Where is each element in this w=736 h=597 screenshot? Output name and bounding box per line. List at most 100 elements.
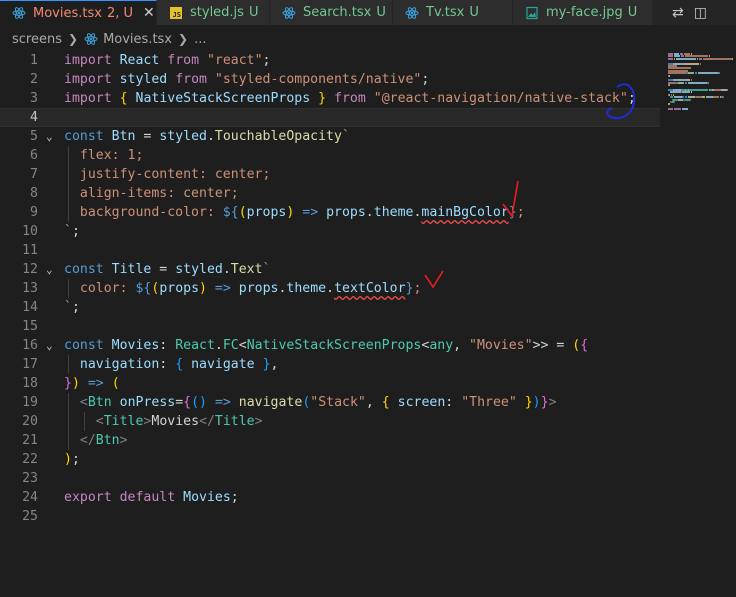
code-line[interactable]: 8 align-items: center; xyxy=(0,184,660,203)
code-token: => xyxy=(214,395,231,410)
code-token: () xyxy=(191,395,207,410)
code-line[interactable]: 6 flex: 1; xyxy=(0,146,660,165)
code-token: FC xyxy=(222,338,239,353)
editor-actions: ⇄ ◫ xyxy=(666,0,736,25)
code-token: "@react-navigation/native-stack" xyxy=(373,91,628,106)
code-token: } xyxy=(262,357,271,372)
code-line[interactable]: 24 export default Movies; xyxy=(0,488,660,507)
fold-chevron-icon[interactable]: ⌄ xyxy=(46,127,53,146)
code-line[interactable]: 21 </Btn> xyxy=(0,431,660,450)
code-token: ; xyxy=(413,281,422,296)
line-number: 12 xyxy=(22,262,38,277)
tab-tv-tsx[interactable]: Tv.tsx U xyxy=(393,0,513,25)
line-number: 22 xyxy=(22,452,38,467)
react-icon xyxy=(282,6,296,20)
line-number: 4 xyxy=(30,110,38,125)
code-text: export default Movies; xyxy=(64,488,239,507)
line-number: 5 xyxy=(30,129,38,144)
minimap[interactable] xyxy=(660,50,736,597)
code-line[interactable]: 10 `; xyxy=(0,222,660,241)
code-line[interactable]: 11 xyxy=(0,241,660,260)
code-token: export xyxy=(64,490,112,505)
code-text: `; xyxy=(64,222,80,241)
code-token: TouchableOpacity xyxy=(214,129,342,144)
code-line[interactable]: 22); xyxy=(0,450,660,469)
code-line[interactable]: 7 justify-content: center; xyxy=(0,165,660,184)
minimap-token xyxy=(695,72,697,75)
code-line[interactable]: 13 color: ${(props) => props.theme.textC… xyxy=(0,279,660,298)
close-icon[interactable]: ✕ xyxy=(143,5,155,21)
code-token: "Three" xyxy=(461,395,517,410)
code-line[interactable]: 2 import styled from "styled-components/n… xyxy=(0,70,660,89)
code-line[interactable]: 19 <Btn onPress={() => navigate("Stack",… xyxy=(0,393,660,412)
minimap-token xyxy=(707,81,709,84)
minimap-token xyxy=(668,57,674,60)
code-line[interactable]: 12 ⌄ const Title = styled.Text` xyxy=(0,260,660,279)
minimap-token xyxy=(668,103,670,106)
code-token: { xyxy=(183,395,192,410)
code-token: screen xyxy=(397,395,446,410)
split-editor-icon[interactable]: ◫ xyxy=(694,5,707,21)
code-token: Title xyxy=(214,414,255,429)
code-line[interactable]: 17 navigation: { navigate }, xyxy=(0,355,660,374)
minimap-token xyxy=(674,101,676,103)
line-number: 1 xyxy=(30,53,38,68)
react-icon xyxy=(405,6,419,20)
fold-chevron-icon[interactable]: ⌄ xyxy=(46,260,53,279)
code-token: { xyxy=(175,357,184,372)
git-status-badge: U xyxy=(248,5,259,20)
code-line[interactable]: 25 xyxy=(0,507,660,526)
line-number: 21 xyxy=(22,433,38,448)
minimap-token xyxy=(698,57,703,60)
compare-changes-icon[interactable]: ⇄ xyxy=(672,5,684,21)
tab-movies-tsx[interactable]: Movies.tsx 2, U ✕ xyxy=(0,0,157,25)
code-token: "Movies" xyxy=(469,338,533,353)
code-line[interactable]: 20 <Title>Movies</Title> xyxy=(0,412,660,431)
code-token: ) xyxy=(199,281,207,296)
minimap-token xyxy=(668,72,686,75)
code-token: ` xyxy=(64,300,72,315)
code-text: </Btn> xyxy=(64,431,128,450)
code-token: ; xyxy=(421,72,430,87)
line-number: 20 xyxy=(22,414,38,429)
code-line[interactable]: 23 xyxy=(0,469,660,488)
code-line[interactable]: 14 `; xyxy=(0,298,660,317)
code-line[interactable]: 16 ⌄ const Movies: React.FC<NativeStackScr… xyxy=(0,336,660,355)
breadcrumb-more[interactable]: ... xyxy=(194,32,206,47)
code-text: background-color: ${(props) => props.the… xyxy=(64,203,525,222)
minimap-token xyxy=(689,98,691,101)
code-token: ${ xyxy=(222,205,239,220)
code-token: = xyxy=(151,262,176,277)
minimap-token xyxy=(668,84,670,87)
code-line[interactable]: 4 xyxy=(0,108,660,127)
code-line[interactable]: 5 ⌄ const Btn = styled.TouchableOpacity` xyxy=(0,127,660,146)
fold-chevron-icon[interactable]: ⌄ xyxy=(46,336,53,355)
breadcrumb-file[interactable]: Movies.tsx xyxy=(103,32,172,47)
code-token: . xyxy=(206,129,215,144)
code-editor[interactable]: 1 import React from "react"; 2 import style… xyxy=(0,50,660,597)
code-line[interactable]: 18}) => ( xyxy=(0,374,660,393)
tab-label: Movies.tsx xyxy=(33,5,102,21)
code-token: . xyxy=(222,262,231,277)
code-line[interactable]: 1 import React from "react"; xyxy=(0,51,660,70)
code-line[interactable]: 3 import { NativeStackScreenProps } from … xyxy=(0,89,660,108)
code-token: Title xyxy=(111,262,152,277)
code-token: , xyxy=(365,395,382,410)
tab-my-face-jpg[interactable]: my-face.jpg U xyxy=(513,0,653,25)
code-line[interactable]: 15 xyxy=(0,317,660,336)
code-token: Movies xyxy=(151,414,200,429)
line-number: 8 xyxy=(30,186,38,201)
code-token: import xyxy=(64,91,112,106)
code-line[interactable]: 9 background-color: ${(props) => props.t… xyxy=(0,203,660,222)
minimap-token xyxy=(676,57,696,60)
tab-styled-js[interactable]: JS styled.js U xyxy=(157,0,270,25)
code-token: < xyxy=(95,414,104,429)
tab-search-tsx[interactable]: Search.tsx U xyxy=(270,0,393,25)
breadcrumb-folder[interactable]: screens xyxy=(12,32,62,47)
